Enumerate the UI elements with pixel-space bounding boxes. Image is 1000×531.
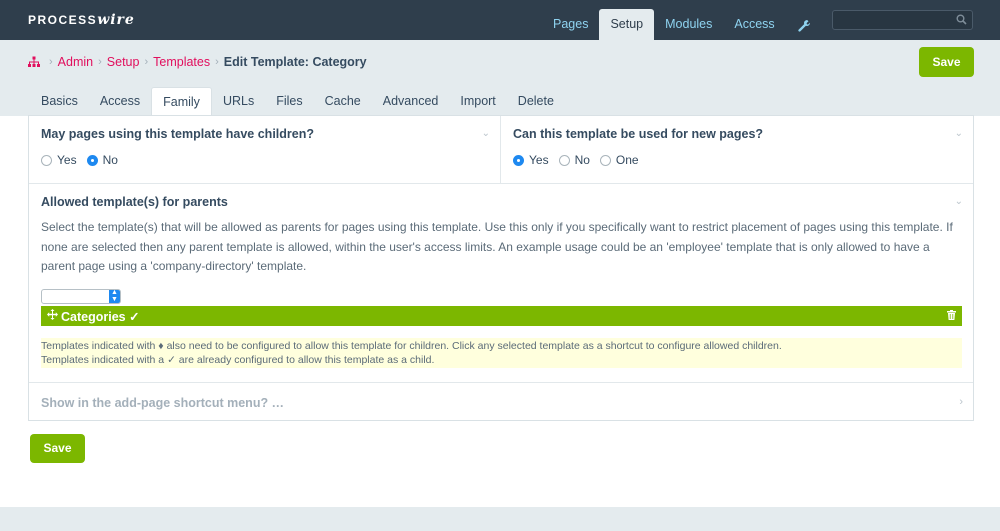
trash-icon[interactable] <box>947 310 956 320</box>
tab-basics[interactable]: Basics <box>30 87 89 116</box>
radio-newpages-no[interactable]: No <box>558 153 590 167</box>
radio-label: No <box>574 153 590 167</box>
radio-label: Yes <box>57 153 77 167</box>
sitemap-icon[interactable] <box>28 56 40 68</box>
top-nav: Pages Setup Modules Access <box>542 9 786 40</box>
processwire-logo[interactable]: PROCESSwire <box>28 12 135 28</box>
save-button-bottom[interactable]: Save <box>30 434 85 463</box>
topnav-pages[interactable]: Pages <box>542 9 599 40</box>
note-line: Templates indicated with ♦ also need to … <box>41 340 782 352</box>
field-new-pages: Can this template be used for new pages?… <box>501 116 973 184</box>
radio-dot-checked <box>86 154 98 166</box>
page-title: Edit Template: Category <box>223 55 367 69</box>
topnav-access[interactable]: Access <box>723 9 785 40</box>
radio-dot <box>558 154 570 166</box>
field-label-children[interactable]: May pages using this template have child… <box>41 127 314 141</box>
note-line: Templates indicated with a ✓ are already… <box>41 354 435 366</box>
field-label-shortcut[interactable]: Show in the add-page shortcut menu? … <box>41 396 284 410</box>
collapse-icon[interactable]: ⌄ <box>955 128 963 139</box>
footer <box>0 507 1000 531</box>
radio-label: No <box>102 153 118 167</box>
tab-delete[interactable]: Delete <box>507 87 565 116</box>
radio-newpages-yes[interactable]: Yes <box>513 153 549 167</box>
family-panel: May pages using this template have child… <box>28 115 974 421</box>
selected-template-item[interactable]: Categories ✓ <box>41 306 962 326</box>
radio-dot <box>599 154 611 166</box>
children-radio-group: Yes No <box>41 153 128 167</box>
field-label-parents[interactable]: Allowed template(s) for parents <box>41 195 228 209</box>
field-allowed-parents: Allowed template(s) for parents ⌄ Select… <box>29 184 973 383</box>
search-icon <box>956 14 967 25</box>
breadcrumb: › Admin › Setup › Templates › Edit Templ… <box>28 55 367 69</box>
chevron-right-icon[interactable]: › <box>959 396 963 408</box>
template-select[interactable]: ▲ ▼ <box>41 289 121 304</box>
tab-import[interactable]: Import <box>449 87 506 116</box>
chevron-right-icon: › <box>144 56 149 68</box>
chevron-right-icon: › <box>49 56 53 68</box>
radio-dot-checked <box>513 154 524 166</box>
radio-newpages-one[interactable]: One <box>599 153 639 167</box>
chevron-right-icon: › <box>98 56 102 68</box>
topnav-setup[interactable]: Setup <box>599 9 655 40</box>
tab-family[interactable]: Family <box>151 87 212 116</box>
radio-dot <box>41 154 52 166</box>
field-shortcut-menu[interactable]: Show in the add-page shortcut menu? … › <box>29 383 973 421</box>
search-input[interactable] <box>832 10 973 30</box>
select-arrows-icon: ▲ ▼ <box>109 289 120 303</box>
tab-advanced[interactable]: Advanced <box>372 87 450 116</box>
tab-bar: Basics Access Family URLs Files Cache Ad… <box>30 87 565 116</box>
collapse-icon[interactable]: ⌄ <box>482 128 490 139</box>
tab-access[interactable]: Access <box>89 87 151 116</box>
tab-cache[interactable]: Cache <box>314 87 372 116</box>
field-children: May pages using this template have child… <box>29 116 501 184</box>
breadcrumb-admin[interactable]: Admin <box>58 55 93 69</box>
tab-files[interactable]: Files <box>265 87 313 116</box>
top-bar: PROCESSwire Pages Setup Modules Access <box>0 0 1000 40</box>
breadcrumb-setup[interactable]: Setup <box>107 55 140 69</box>
radio-children-yes[interactable]: Yes <box>41 153 77 167</box>
new-pages-radio-group: Yes No One <box>513 153 649 167</box>
radio-label: One <box>615 153 639 167</box>
radio-label: Yes <box>529 153 549 167</box>
collapse-icon[interactable]: ⌄ <box>955 196 963 207</box>
move-icon[interactable] <box>47 309 58 320</box>
field-notes: Templates indicated with ♦ also need to … <box>41 338 962 368</box>
topnav-modules[interactable]: Modules <box>654 9 723 40</box>
save-button-top[interactable]: Save <box>919 47 974 77</box>
breadcrumb-templates[interactable]: Templates <box>153 55 210 69</box>
tab-urls[interactable]: URLs <box>212 87 265 116</box>
field-description: Select the template(s) that will be allo… <box>41 220 953 273</box>
field-label-new-pages[interactable]: Can this template be used for new pages? <box>513 127 763 141</box>
chevron-right-icon: › <box>215 56 219 68</box>
selected-template-label: Categories ✓ <box>61 310 140 324</box>
wrench-icon[interactable] <box>792 9 816 40</box>
radio-children-no[interactable]: No <box>86 153 118 167</box>
